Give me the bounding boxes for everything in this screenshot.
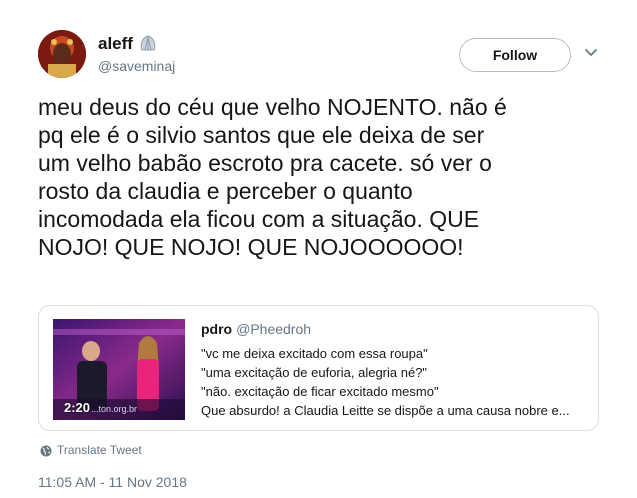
globe-icon bbox=[40, 444, 52, 457]
tweet-text: meu deus do céu que velho NOJENTO. não é… bbox=[38, 94, 507, 260]
author-handle[interactable]: @saveminaj bbox=[98, 58, 175, 74]
quoted-video-thumbnail[interactable]: 2:20 ...ton.org.br bbox=[53, 319, 185, 420]
quoted-line: "não. excitação de ficar excitado mesmo" bbox=[201, 384, 439, 399]
video-overlay-text: ...ton.org.br bbox=[91, 404, 138, 414]
quoted-line: "uma excitação de euforia, alegria né?" bbox=[201, 365, 428, 380]
translate-tweet-link[interactable]: Translate Tweet bbox=[40, 443, 142, 457]
video-duration: 2:20 bbox=[64, 400, 91, 415]
follow-button[interactable]: Follow bbox=[459, 38, 571, 72]
seashell-emoji-icon bbox=[138, 34, 158, 54]
quoted-tweet[interactable]: 2:20 ...ton.org.br pdro @Pheedroh "vc me… bbox=[38, 305, 599, 431]
chevron-down-icon[interactable] bbox=[584, 46, 598, 60]
translate-label[interactable]: Translate Tweet bbox=[57, 443, 142, 457]
quoted-author-name: pdro bbox=[201, 321, 233, 337]
quoted-author-handle: @Pheedroh bbox=[236, 321, 312, 337]
quoted-text: "vc me deixa excitado com essa roupa" "u… bbox=[201, 344, 591, 420]
avatar[interactable] bbox=[38, 30, 86, 78]
quoted-line: Que absurdo! a Claudia Leitte se dispõe … bbox=[201, 403, 570, 418]
author-name-row[interactable]: aleff bbox=[98, 34, 158, 54]
quoted-author: pdro @Pheedroh bbox=[201, 321, 311, 337]
author-display-name[interactable]: aleff bbox=[98, 34, 133, 54]
quoted-line: "vc me deixa excitado com essa roupa" bbox=[201, 346, 428, 361]
tweet-timestamp[interactable]: 11:05 AM - 11 Nov 2018 bbox=[38, 474, 187, 490]
